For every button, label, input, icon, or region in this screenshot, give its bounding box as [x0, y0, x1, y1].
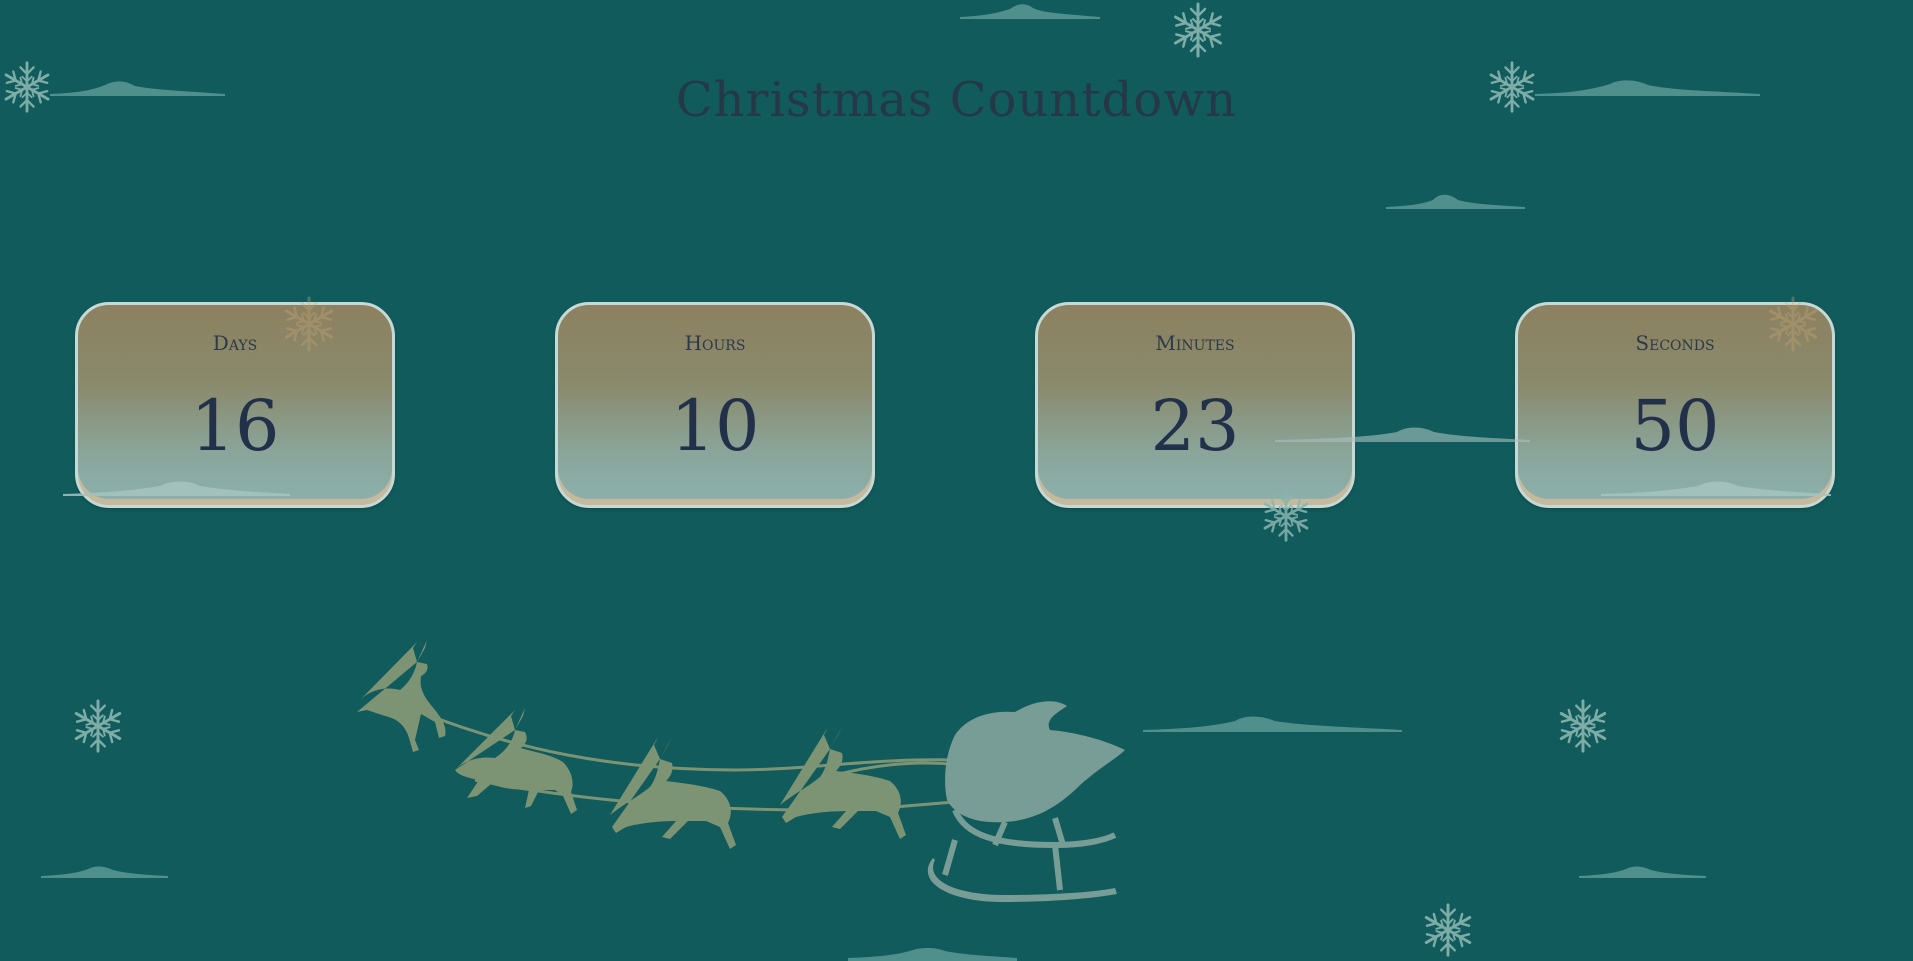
minutes-card: Minutes 23 [1035, 302, 1355, 508]
snowflake-icon [1263, 490, 1309, 542]
hours-card: Hours 10 [555, 302, 875, 508]
days-value: 16 [190, 385, 280, 467]
page-title: Christmas Countdown [675, 72, 1238, 128]
snowflake-icon [1173, 2, 1223, 58]
days-label: Days [212, 331, 258, 355]
cloud-icon [1275, 427, 1530, 442]
snowflake-icon [1424, 903, 1472, 957]
seconds-value: 50 [1630, 385, 1720, 467]
cloud-icon [63, 481, 290, 496]
cloud-icon [1601, 481, 1831, 496]
cloud-icon [1579, 866, 1706, 878]
snowflake-icon [284, 296, 334, 352]
snowflake-icon [74, 699, 122, 753]
santa-sleigh-reindeer-icon [357, 640, 1125, 902]
hours-value: 10 [670, 385, 760, 467]
cloud-icon [960, 4, 1100, 20]
countdown-page: Christmas Countdown Days 16 Hours 10 Min… [0, 0, 1913, 961]
cloud-icon [1143, 716, 1402, 732]
snowflake-icon [1768, 296, 1818, 352]
cloud-icon [41, 866, 168, 878]
cloud-icon [1386, 194, 1525, 209]
hours-label: Hours [684, 331, 746, 355]
minutes-label: Minutes [1155, 331, 1235, 355]
snowflake-icon [1559, 699, 1607, 753]
cloud-icon [848, 948, 1017, 961]
